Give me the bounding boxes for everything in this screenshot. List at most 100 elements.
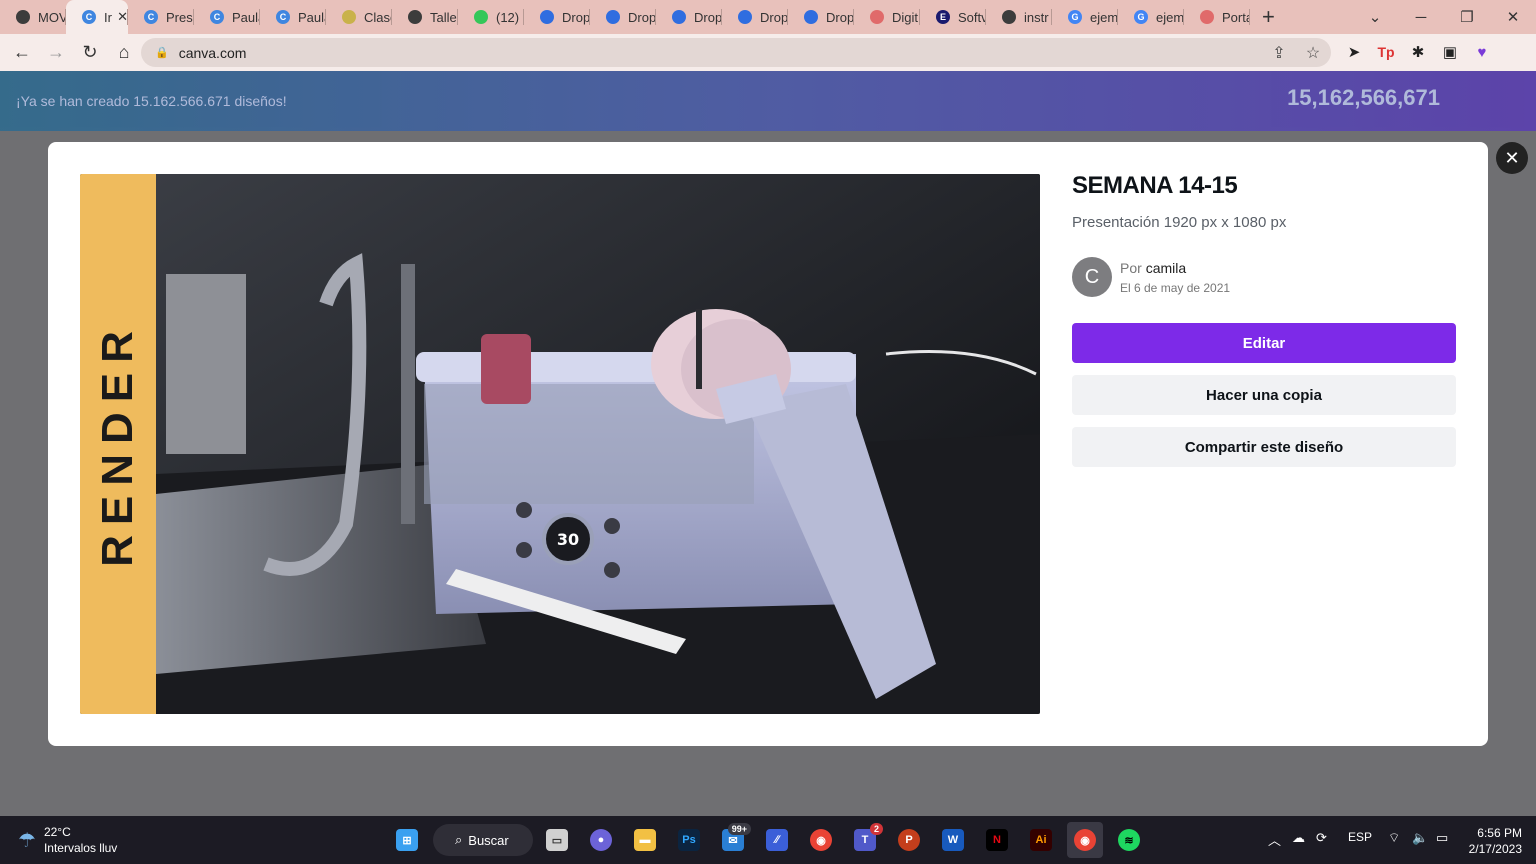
tab-favicon-icon: G — [1134, 10, 1148, 24]
teams-chat-icon[interactable]: ● — [583, 822, 619, 858]
author-line: Por camila — [1120, 260, 1230, 276]
address-toolbar: ← → ↻ ⌂ 🔒 canva.com ⇪ ☆ — [0, 34, 1536, 71]
tab-favicon-icon: C — [276, 10, 290, 24]
taskbar-search[interactable]: ⌕ Buscar — [433, 824, 533, 856]
new-tab-icon[interactable]: + — [1262, 4, 1292, 30]
browser-tab[interactable]: Drop — [656, 0, 722, 34]
side-panel-icon[interactable]: ▣ — [1436, 38, 1464, 66]
task-view-icon[interactable]: ▭ — [539, 822, 575, 858]
browser-tab[interactable]: Gejem — [1052, 0, 1118, 34]
tab-label: Drop — [562, 9, 590, 25]
bookmark-star-icon[interactable]: ☆ — [1299, 39, 1327, 67]
design-preview[interactable]: RENDER 30 — [80, 174, 1040, 714]
browser-tab[interactable]: Clase — [326, 0, 392, 34]
tab-label: ejem — [1090, 9, 1118, 25]
mail-badge: 99+ — [727, 823, 751, 835]
chrome-icon[interactable]: ◉ — [803, 822, 839, 858]
word-icon[interactable]: W — [935, 822, 971, 858]
onedrive-icon[interactable]: ☁ — [1292, 830, 1305, 846]
design-info-panel: SEMANA 14-15 Presentación 1920 px x 1080… — [1072, 172, 1456, 467]
tray-chevron-icon[interactable]: ︿ — [1268, 830, 1281, 849]
tab-label: Paula — [298, 9, 326, 25]
language-indicator[interactable]: ESP — [1348, 830, 1372, 844]
chrome-active-icon[interactable]: ◉ — [1067, 822, 1103, 858]
weather-widget[interactable]: ☂ 22°C Intervalos lluv — [18, 824, 117, 856]
tab-label: Prese — [166, 9, 194, 25]
url-input[interactable]: 🔒 canva.com ⇪ ☆ — [141, 38, 1331, 67]
browser-tab[interactable]: Drop — [788, 0, 854, 34]
tab-search-icon[interactable]: ⌄ — [1352, 0, 1398, 34]
teams-icon[interactable]: T2 — [847, 822, 883, 858]
share-page-icon[interactable]: ⇪ — [1265, 39, 1293, 67]
tab-favicon-icon — [672, 10, 686, 24]
search-icon: ⌕ — [455, 832, 463, 847]
rain-umbrella-icon: ☂ — [18, 829, 36, 852]
browser-tab[interactable]: C Ir ✕ — [66, 0, 128, 34]
spotify-icon[interactable]: ≋ — [1111, 822, 1147, 858]
tab-label: Clase — [364, 9, 392, 25]
tp-extension-icon[interactable]: Tp — [1372, 38, 1400, 66]
reload-icon[interactable]: ↻ — [74, 37, 106, 69]
browser-tab[interactable]: Gejem — [1118, 0, 1184, 34]
author-prefix: Por — [1120, 259, 1142, 276]
close-window-icon[interactable]: ✕ — [1490, 0, 1536, 34]
tab-label: Drop — [628, 9, 656, 25]
browser-tab[interactable]: instr — [986, 0, 1052, 34]
author-name[interactable]: camila — [1146, 260, 1186, 276]
battery-icon[interactable]: ▭ — [1436, 830, 1448, 846]
profile-avatar-icon[interactable]: ♥ — [1468, 38, 1496, 66]
back-icon[interactable]: ← — [6, 37, 38, 69]
background-banner: ¡Ya se han creado 15.162.566.671 diseños… — [0, 71, 1536, 131]
mail-icon[interactable]: ✉ 99+ — [715, 822, 751, 858]
browser-tab[interactable]: Drop — [722, 0, 788, 34]
browser-tab[interactable]: C Prese — [128, 0, 194, 34]
autodesk-icon[interactable]: ∕∕ — [759, 822, 795, 858]
share-design-button[interactable]: Compartir este diseño — [1072, 427, 1456, 467]
browser-tab[interactable]: C Paula — [260, 0, 326, 34]
teams-badge: 2 — [869, 823, 883, 835]
cursor-extension-icon[interactable]: ➤ — [1340, 38, 1368, 66]
home-icon[interactable]: ⌂ — [108, 37, 140, 69]
tab-close-icon[interactable]: ✕ — [117, 9, 128, 25]
browser-tab[interactable]: Digit — [854, 0, 920, 34]
powerpoint-icon[interactable]: P — [891, 822, 927, 858]
render-label: RENDER — [93, 321, 143, 567]
sync-icon[interactable]: ⟳ — [1316, 830, 1327, 846]
make-copy-button[interactable]: Hacer una copia — [1072, 375, 1456, 415]
browser-tab[interactable]: E Softv — [920, 0, 986, 34]
browser-tab[interactable]: Taller — [392, 0, 458, 34]
design-preview-modal: RENDER 30 SEMANA 14-15 Presentación 1920… — [48, 142, 1488, 746]
netflix-icon[interactable]: N — [979, 822, 1015, 858]
tab-favicon-icon — [870, 10, 884, 24]
close-modal-icon[interactable]: ✕ — [1496, 142, 1528, 174]
browser-tab[interactable]: C Paula — [194, 0, 260, 34]
banner-counter: 15,162,566,671 — [1287, 85, 1440, 110]
edit-button[interactable]: Editar — [1072, 323, 1456, 363]
tab-label: Digit — [892, 9, 919, 25]
tab-label: Porta — [1222, 9, 1250, 25]
extensions-puzzle-icon[interactable]: ✱ — [1404, 38, 1432, 66]
minimize-icon[interactable]: ─ — [1398, 0, 1444, 34]
tab-favicon-icon — [738, 10, 752, 24]
browser-tab-bar: MOV C Ir ✕ C Prese C Paula C Paula Clase Taller (12)… — [0, 0, 1536, 34]
tab-favicon-icon — [474, 10, 488, 24]
browser-tab[interactable]: MOV — [0, 0, 66, 34]
start-windows-icon[interactable]: ⊞ — [389, 822, 425, 858]
file-explorer-icon[interactable]: ▬ — [627, 822, 663, 858]
tab-favicon-icon — [540, 10, 554, 24]
weather-temperature: 22°C — [43, 825, 71, 839]
browser-tab[interactable]: Drop — [524, 0, 590, 34]
wifi-icon[interactable]: ⌔ — [1388, 830, 1400, 846]
render-image: 30 — [156, 174, 1040, 714]
system-clock[interactable]: 6:56 PM 2/17/2023 — [1469, 825, 1522, 857]
photoshop-icon[interactable]: Ps — [671, 822, 707, 858]
render-side-band: RENDER — [80, 174, 156, 714]
browser-tab[interactable]: Porta — [1184, 0, 1250, 34]
volume-icon[interactable]: 🔈 — [1412, 830, 1428, 846]
illustrator-icon[interactable]: Ai — [1023, 822, 1059, 858]
forward-icon[interactable]: → — [40, 37, 72, 69]
browser-tab[interactable]: Drop — [590, 0, 656, 34]
restore-icon[interactable]: ❐ — [1444, 0, 1490, 34]
browser-tab[interactable]: (12) — [458, 0, 524, 34]
tab-favicon-icon — [606, 10, 620, 24]
